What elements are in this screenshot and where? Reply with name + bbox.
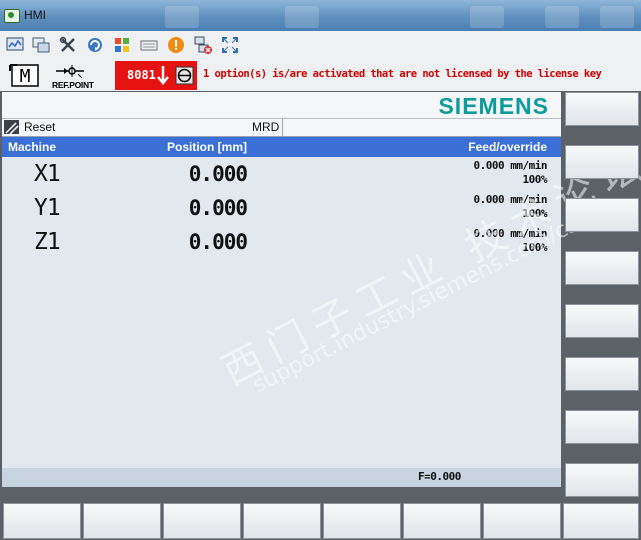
axis-row[interactable]: X1 0.000 0.000 mm/min 100% xyxy=(2,159,561,193)
program-mode: MRD xyxy=(252,120,280,134)
alarm-message: 1 option(s) is/are activated that are no… xyxy=(203,68,602,80)
windows-logo-icon[interactable] xyxy=(113,36,131,54)
axis-feed: 0.000 mm/min 100% xyxy=(473,227,548,255)
horizontal-softkey-5[interactable] xyxy=(323,503,401,539)
ref-point-indicator: REF.POINT xyxy=(50,62,102,90)
horizontal-softkey-4[interactable] xyxy=(243,503,321,539)
axis-name: Y1 xyxy=(34,195,61,221)
warning-icon[interactable] xyxy=(167,36,185,54)
copy-windows-icon[interactable] xyxy=(32,36,50,54)
divider xyxy=(2,487,561,501)
axis-position: 0.000 xyxy=(188,230,248,254)
divider xyxy=(282,119,283,136)
feed-value: 0.000 mm/min xyxy=(473,193,548,206)
vertical-softkey-1[interactable] xyxy=(565,92,639,126)
toolbar xyxy=(0,31,641,61)
title-bar: HMI xyxy=(0,0,641,31)
alarm-indicator[interactable]: 8081 xyxy=(115,61,197,90)
machine-position-panel: SIEMENS Reset MRD Machine Position [mm] … xyxy=(2,92,561,487)
horizontal-softkey-6[interactable] xyxy=(403,503,481,539)
horizontal-softkey-8[interactable] xyxy=(563,503,639,539)
channel-state: Reset xyxy=(24,120,56,134)
taskbar-ghost xyxy=(285,6,319,28)
axis-name: Z1 xyxy=(34,229,61,255)
ref-point-icon xyxy=(56,65,84,79)
taskbar-ghost xyxy=(470,6,504,28)
axis-position: 0.000 xyxy=(188,196,248,220)
axis-feed: 0.000 mm/min 100% xyxy=(473,159,548,187)
machine-column-header: Machine xyxy=(8,140,57,154)
tools-icon[interactable] xyxy=(59,36,77,54)
override-value: 100% xyxy=(522,241,548,254)
monitor-icon[interactable] xyxy=(6,36,24,54)
hmi-app-icon xyxy=(4,9,20,23)
acknowledge-icon[interactable] xyxy=(175,66,195,86)
feed-column-header: Feed/override xyxy=(468,140,547,154)
taskbar-ghost xyxy=(165,6,199,28)
axis-row[interactable]: Y1 0.000 0.000 mm/min 100% xyxy=(2,193,561,227)
mode-symbol: M xyxy=(20,66,31,87)
override-value: 100% xyxy=(522,207,548,220)
siemens-logo: SIEMENS xyxy=(438,93,549,119)
position-column-header: Position [mm] xyxy=(167,140,247,154)
arrow-down-icon xyxy=(157,66,169,85)
vertical-softkey-7[interactable] xyxy=(565,410,639,444)
vertical-softkey-5[interactable] xyxy=(565,304,639,338)
brand-bar: SIEMENS xyxy=(2,92,561,119)
feed-value: 0.000 mm/min xyxy=(473,227,548,240)
alarm-code: 8081 xyxy=(127,68,156,82)
ref-point-label: REF.POINT xyxy=(52,80,94,90)
vertical-softkey-4[interactable] xyxy=(565,251,639,285)
vertical-softkey-6[interactable] xyxy=(565,357,639,391)
channel-status-row: Reset MRD xyxy=(2,119,561,137)
refresh-icon[interactable] xyxy=(86,36,104,54)
taskbar-ghost xyxy=(545,6,579,28)
axis-row[interactable]: Z1 0.000 0.000 mm/min 100% xyxy=(2,227,561,261)
feed-value: 0.000 mm/min xyxy=(473,159,548,172)
vertical-softkey-3[interactable] xyxy=(565,198,639,232)
feedrate-value: F=0.000 xyxy=(418,470,461,483)
override-value: 100% xyxy=(522,173,548,186)
fullscreen-icon[interactable] xyxy=(221,36,239,54)
status-row: M REF.POINT 8081 1 option(s) is/are acti… xyxy=(0,60,641,91)
horizontal-softkey-3[interactable] xyxy=(163,503,241,539)
network-icon[interactable] xyxy=(194,36,212,54)
position-table-header: Machine Position [mm] Feed/override xyxy=(2,137,561,157)
window-title: HMI xyxy=(24,8,46,22)
axis-position: 0.000 xyxy=(188,162,248,186)
vertical-softkey-8[interactable] xyxy=(565,463,639,497)
horizontal-softkey-1[interactable] xyxy=(3,503,81,539)
axis-feed: 0.000 mm/min 100% xyxy=(473,193,548,221)
axis-name: X1 xyxy=(34,161,61,187)
channel-state-icon xyxy=(4,120,19,135)
keyboard-icon[interactable] xyxy=(140,36,158,54)
machine-mode-icon: M xyxy=(9,62,41,88)
horizontal-softkey-7[interactable] xyxy=(483,503,561,539)
taskbar-ghost xyxy=(600,6,634,28)
vertical-softkey-2[interactable] xyxy=(565,145,639,179)
feedrate-bar: F=0.000 xyxy=(2,468,561,487)
horizontal-softkey-2[interactable] xyxy=(83,503,161,539)
